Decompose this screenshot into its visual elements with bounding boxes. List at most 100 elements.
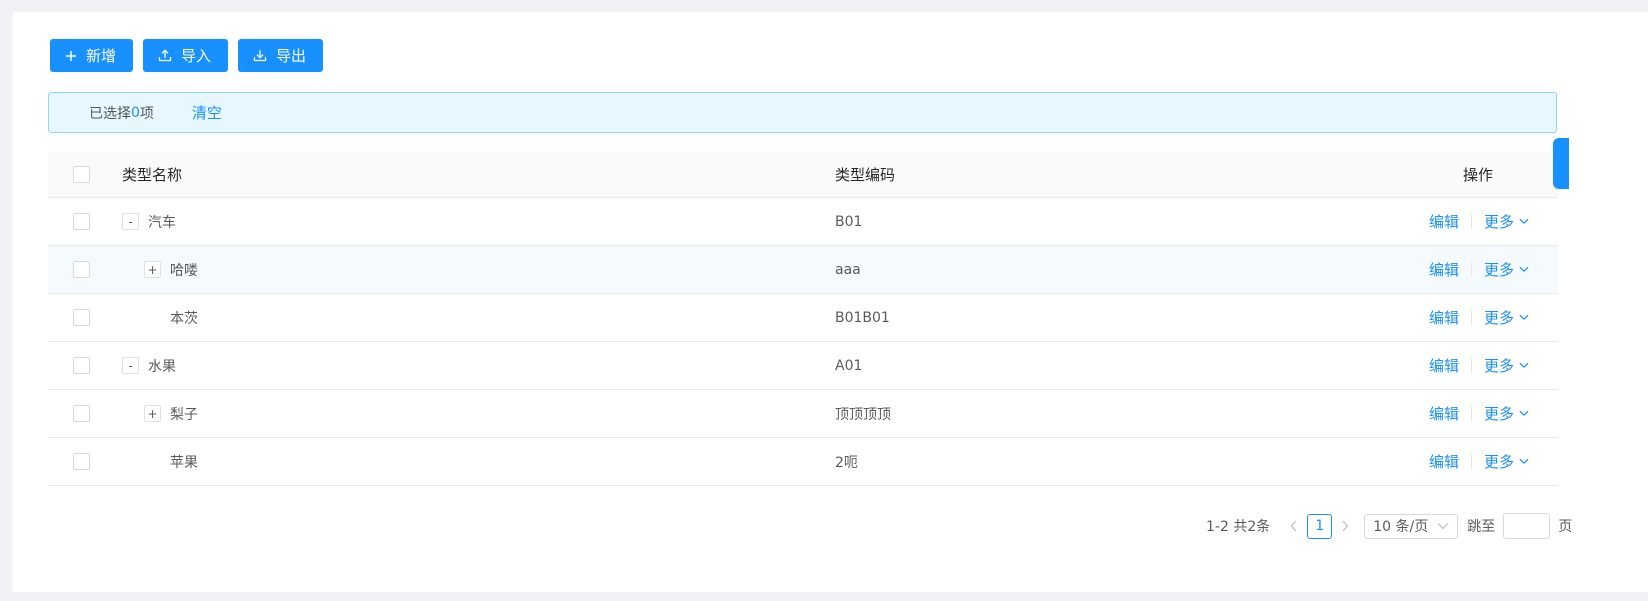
more-dropdown[interactable]: 更多 — [1484, 451, 1529, 472]
row-checkbox[interactable] — [73, 261, 90, 278]
selection-count: 0 — [131, 104, 140, 121]
row-name-cell: 本茨 — [170, 308, 198, 328]
collapse-toggle[interactable]: - — [122, 213, 139, 230]
row-checkbox[interactable] — [73, 213, 90, 230]
add-button[interactable]: 新增 — [50, 39, 134, 72]
row-name-cell: - 汽车 — [122, 212, 176, 232]
chevron-down-icon — [1437, 523, 1449, 530]
row-code: 2呃 — [835, 454, 858, 471]
more-dropdown[interactable]: 更多 — [1484, 259, 1529, 280]
pagination-total: 1-2 共2条 — [1206, 519, 1271, 535]
row-code: B01 — [835, 213, 863, 230]
more-dropdown[interactable]: 更多 — [1484, 307, 1529, 328]
jump-label: 跳至 — [1467, 519, 1496, 535]
row-name-cell: - 水果 — [122, 356, 176, 376]
import-button-label: 导入 — [181, 47, 212, 65]
edit-link[interactable]: 编辑 — [1429, 259, 1459, 280]
edit-link[interactable]: 编辑 — [1429, 355, 1459, 376]
row-name: 汽车 — [148, 214, 176, 231]
chevron-down-icon — [1519, 410, 1529, 417]
row-name: 苹果 — [170, 454, 198, 471]
page-1-button[interactable]: 1 — [1307, 513, 1333, 539]
chevron-down-icon — [1519, 266, 1529, 273]
chevron-down-icon — [1519, 458, 1529, 465]
row-name-cell: + 哈喽 — [144, 260, 198, 280]
table-row[interactable]: - 水果 A01 编辑 更多 — [48, 342, 1558, 390]
row-name: 哈喽 — [170, 262, 198, 279]
row-checkbox[interactable] — [73, 453, 90, 470]
next-page-button[interactable] — [1335, 520, 1355, 532]
more-label: 更多 — [1484, 357, 1515, 375]
header-code: 类型编码 — [835, 165, 896, 184]
more-label: 更多 — [1484, 453, 1515, 471]
header-actions: 操作 — [1463, 165, 1494, 184]
action-divider — [1471, 406, 1473, 421]
selection-alert: 已选择 0项 清空 — [48, 92, 1557, 133]
more-label: 更多 — [1484, 405, 1515, 423]
export-button[interactable]: 导出 — [238, 39, 324, 72]
row-actions: 编辑 更多 — [1429, 259, 1529, 280]
row-code: aaa — [835, 261, 861, 278]
more-dropdown[interactable]: 更多 — [1484, 211, 1529, 232]
clear-selection-link[interactable]: 清空 — [192, 102, 222, 123]
table-row[interactable]: 本茨 B01B01 编辑 更多 — [48, 294, 1558, 342]
row-checkbox[interactable] — [73, 405, 90, 422]
table-row[interactable]: + 哈喽 aaa 编辑 更多 — [48, 246, 1558, 294]
table-row[interactable]: + 梨子 顶顶顶顶 编辑 更多 — [48, 390, 1558, 438]
row-name-cell: + 梨子 — [144, 404, 198, 424]
expand-toggle[interactable]: + — [144, 261, 161, 278]
more-label: 更多 — [1484, 213, 1515, 231]
content-card: 新增 导入 导出 已选择 0项 清空 类型名称 类型编码 操作 - 汽车 B01… — [13, 12, 1648, 592]
header-name: 类型名称 — [122, 165, 183, 184]
row-name: 梨子 — [170, 406, 198, 423]
row-actions: 编辑 更多 — [1429, 355, 1529, 376]
add-button-label: 新增 — [86, 47, 117, 65]
chevron-down-icon — [1519, 314, 1529, 321]
chevron-down-icon — [1519, 218, 1529, 225]
row-actions: 编辑 更多 — [1429, 451, 1529, 472]
row-actions: 编辑 更多 — [1429, 307, 1529, 328]
prev-page-button[interactable] — [1284, 520, 1304, 532]
edit-link[interactable]: 编辑 — [1429, 211, 1459, 232]
more-dropdown[interactable]: 更多 — [1484, 403, 1529, 424]
row-actions: 编辑 更多 — [1429, 211, 1529, 232]
more-dropdown[interactable]: 更多 — [1484, 355, 1529, 376]
row-name-cell: 苹果 — [170, 452, 198, 472]
page-size-select[interactable]: 10 条/页 — [1364, 513, 1459, 539]
action-divider — [1471, 454, 1473, 469]
expand-toggle[interactable]: + — [144, 405, 161, 422]
selection-suffix: 项 — [139, 105, 154, 122]
side-drawer-handle[interactable] — [1553, 138, 1569, 189]
edit-link[interactable]: 编辑 — [1429, 403, 1459, 424]
edit-link[interactable]: 编辑 — [1429, 451, 1459, 472]
chevron-left-icon — [1290, 520, 1297, 532]
table-row[interactable]: 苹果 2呃 编辑 更多 — [48, 438, 1558, 486]
row-checkbox[interactable] — [73, 309, 90, 326]
row-name: 水果 — [148, 358, 176, 375]
table-body: - 汽车 B01 编辑 更多 + 哈喽 aaa 编辑 更多 本茨 B01B01 … — [48, 198, 1558, 486]
row-name: 本茨 — [170, 310, 198, 327]
table-header: 类型名称 类型编码 操作 — [48, 151, 1558, 198]
toolbar: 新增 导入 导出 — [50, 39, 324, 72]
plus-icon — [66, 50, 76, 61]
chevron-right-icon — [1342, 520, 1349, 532]
jump-page-input[interactable] — [1503, 513, 1551, 539]
row-code: 顶顶顶顶 — [835, 406, 891, 423]
import-button[interactable]: 导入 — [143, 39, 229, 72]
action-divider — [1471, 358, 1473, 373]
edit-link[interactable]: 编辑 — [1429, 307, 1459, 328]
download-icon — [253, 50, 267, 62]
action-divider — [1471, 310, 1473, 325]
collapse-toggle[interactable]: - — [122, 357, 139, 374]
select-all-checkbox[interactable] — [73, 165, 90, 183]
action-divider — [1471, 214, 1473, 229]
table-row[interactable]: - 汽车 B01 编辑 更多 — [48, 198, 1558, 246]
more-label: 更多 — [1484, 261, 1515, 279]
more-label: 更多 — [1484, 309, 1515, 327]
action-divider — [1471, 262, 1473, 277]
row-actions: 编辑 更多 — [1429, 403, 1529, 424]
row-checkbox[interactable] — [73, 357, 90, 374]
selection-prefix: 已选择 — [89, 105, 131, 122]
export-button-label: 导出 — [276, 47, 307, 65]
pagination: 1-2 共2条 1 10 条/页 跳至 页 — [1206, 513, 1572, 539]
